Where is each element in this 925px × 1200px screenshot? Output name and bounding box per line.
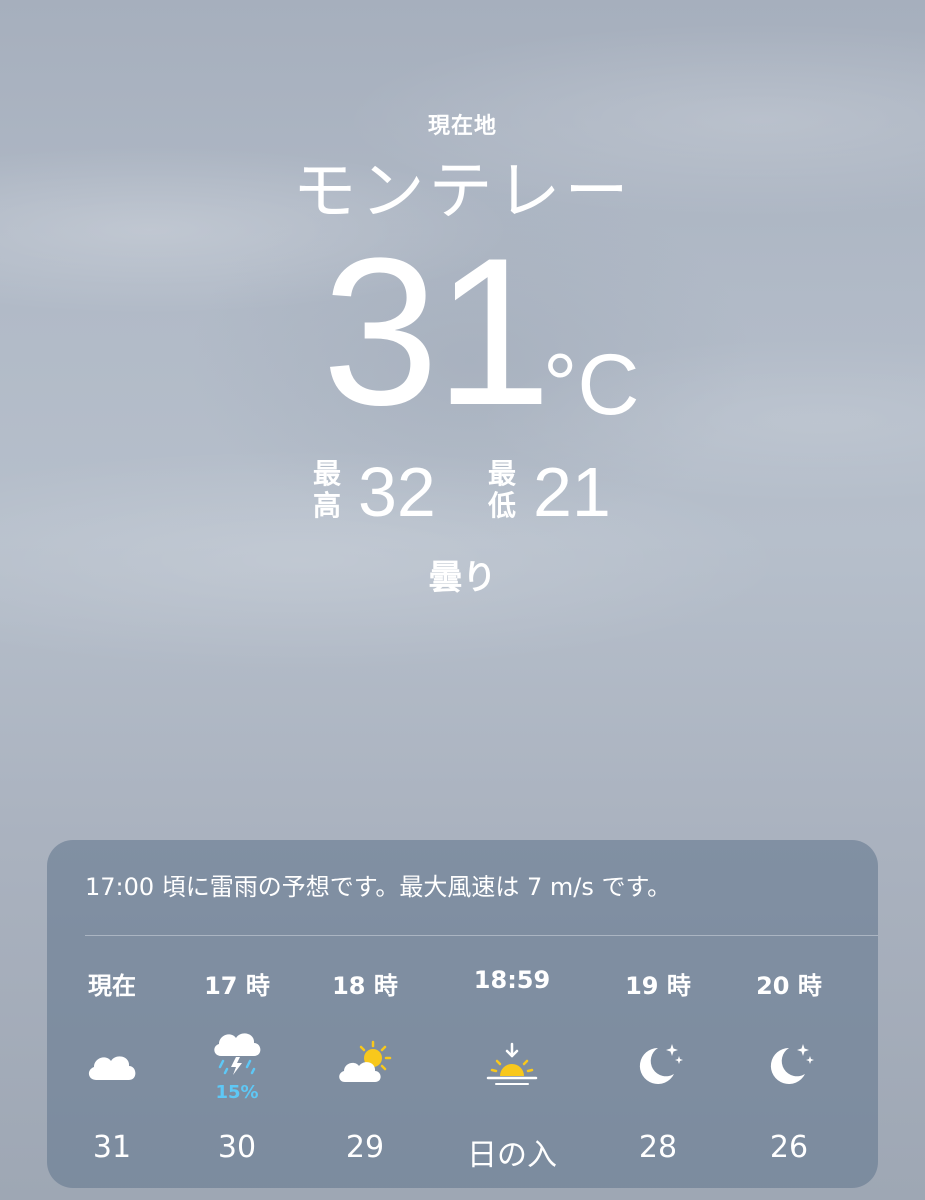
weather-condition: 曇り [428, 558, 497, 598]
hour-item: 18 時 29 [305, 936, 425, 1186]
hour-item: 17 時 15% 30 [177, 936, 297, 1186]
high-value: 32 [358, 453, 436, 531]
precipitation-chance: 15% [215, 1082, 259, 1103]
hour-temp: 30 [217, 1130, 257, 1165]
hour-item: 18:59 日の入 [452, 936, 572, 1186]
hour-time: 18:59 [473, 966, 551, 994]
temperature-value: 31 [322, 214, 552, 449]
hour-temp: 31 [92, 1130, 132, 1165]
moon-stars-icon [759, 1034, 819, 1094]
high-label: 最高 [310, 458, 344, 522]
moon-stars-icon [628, 1034, 688, 1094]
hour-item: 19 時 28 [598, 936, 718, 1186]
location-label: 現在地 [427, 114, 497, 139]
hour-temp: 26 [769, 1130, 809, 1165]
hour-temp: 28 [638, 1130, 678, 1165]
hour-time: 18 時 [332, 972, 398, 1000]
sunset-icon [482, 1034, 542, 1094]
hour-temp: 29 [345, 1130, 385, 1165]
high-low: 最高 32 最低 21 [0, 452, 925, 532]
hour-item: 20 時 26 [729, 936, 849, 1186]
low-label-text: 最低 [487, 457, 516, 522]
cloud-icon [82, 1034, 142, 1094]
hour-temp: 日の入 [467, 1138, 557, 1173]
hourly-forecast-list[interactable]: 現在 31 17 時 15% 30 18 時 29 18:59 日の入 19 時… [47, 936, 878, 1186]
hour-time: 19 時 [625, 972, 691, 1000]
hour-time: 20 時 [756, 972, 822, 1000]
hour-item: 現在 31 [52, 936, 172, 1186]
high-label-text: 最高 [312, 457, 341, 522]
thunderstorm-icon [207, 1022, 267, 1082]
hour-time: 17 時 [204, 972, 270, 1000]
forecast-summary: 17:00 頃に雷雨の予想です。最大風速は 7 m/s です。 [85, 873, 672, 901]
hour-time: 現在 [88, 972, 136, 1000]
partly-sunny-icon [335, 1034, 395, 1094]
temperature-unit: °C [543, 337, 640, 433]
hourly-forecast-card[interactable]: 17:00 頃に雷雨の予想です。最大風速は 7 m/s です。 現在 31 17… [47, 840, 878, 1188]
low-label: 最低 [485, 458, 519, 522]
low-value: 21 [533, 453, 611, 531]
current-temperature: 31 °C [0, 222, 925, 442]
